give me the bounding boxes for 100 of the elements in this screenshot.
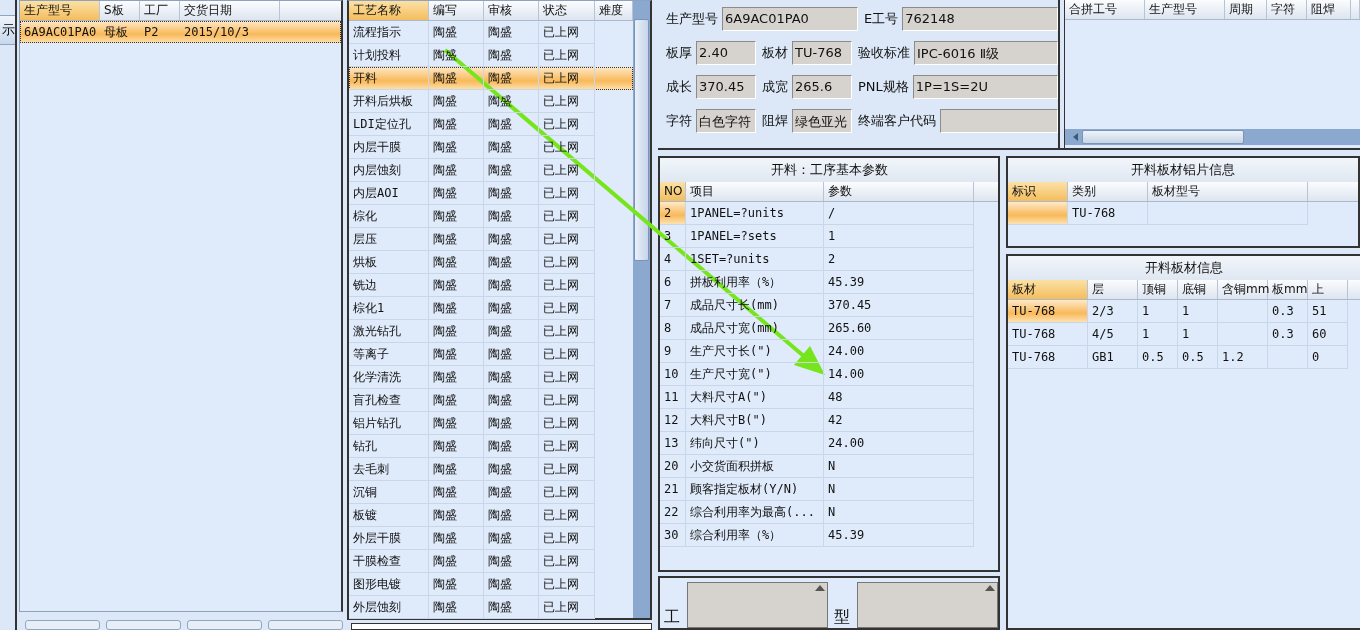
process-row[interactable]: 铣边 陶盛 陶盛 已上网 (349, 274, 633, 297)
process-row[interactable]: 钻孔 陶盛 陶盛 已上网 (349, 435, 633, 458)
param-row[interactable]: 30 综合利用率（%） 45.39 (660, 524, 998, 547)
table-cell: 陶盛 (429, 205, 484, 228)
input-field[interactable]: 6A9AC01PA0 (722, 7, 858, 31)
column-header[interactable]: 项目 (686, 182, 824, 201)
column-header[interactable]: 层 (1088, 280, 1138, 299)
column-header[interactable]: 板材型号 (1148, 182, 1308, 201)
input-field[interactable]: 白色字符 (696, 109, 756, 133)
param-row[interactable]: 20 小交货面积拼板 N (660, 455, 998, 478)
process-row[interactable]: 开料 陶盛 陶盛 已上网 (349, 67, 633, 90)
column-header[interactable]: 编写 (429, 1, 484, 20)
process-row[interactable]: 图形电镀 陶盛 陶盛 已上网 (349, 573, 633, 596)
column-header[interactable]: 工厂 (140, 1, 180, 20)
process-row[interactable]: 棕化1 陶盛 陶盛 已上网 (349, 297, 633, 320)
process-row[interactable]: 流程指示 陶盛 陶盛 已上网 (349, 21, 633, 44)
column-header[interactable]: 状态 (539, 1, 595, 20)
input-field[interactable]: 绿色亚光 (792, 109, 852, 133)
process-row[interactable]: 烘板 陶盛 陶盛 已上网 (349, 251, 633, 274)
process-row[interactable]: 沉铜 陶盛 陶盛 已上网 (349, 481, 633, 504)
horizontal-scrollbar[interactable] (1065, 129, 1360, 145)
table-cell: 陶盛 (484, 527, 539, 550)
input-field[interactable] (940, 109, 1058, 133)
table-cell: 已上网 (539, 182, 595, 205)
board-row[interactable]: TU-768 4/5 1 1 0.3 60 (1008, 323, 1360, 346)
process-row[interactable]: 等离子 陶盛 陶盛 已上网 (349, 343, 633, 366)
param-row[interactable]: 11 大料尺寸A(") 48 (660, 386, 998, 409)
table-cell: 陶盛 (429, 573, 484, 596)
column-header[interactable]: 类别 (1068, 182, 1148, 201)
process-row[interactable]: 化学清洗 陶盛 陶盛 已上网 (349, 366, 633, 389)
toolbar-button[interactable] (25, 620, 100, 630)
text-area[interactable] (687, 582, 828, 628)
column-header[interactable]: 生产型号 (1145, 0, 1225, 19)
table-cell: 7 (660, 294, 686, 317)
toolbar-button[interactable] (268, 620, 343, 630)
input-field[interactable]: 762148 (902, 7, 1058, 31)
toolbar-button[interactable] (106, 620, 181, 630)
param-row[interactable]: 4 1SET=?units 2 (660, 248, 998, 271)
input-field[interactable]: 370.45 (696, 75, 756, 99)
table-cell: 2 (660, 202, 686, 225)
column-header[interactable]: 字符 (1267, 0, 1307, 19)
column-header[interactable]: 板材 (1008, 280, 1088, 299)
column-header[interactable]: S板 (100, 1, 140, 20)
table-cell-text: 2015/10/3 (183, 24, 251, 41)
column-header[interactable]: NO (660, 182, 686, 201)
param-row[interactable]: 13 纬向尺寸(") 24.00 (660, 432, 998, 455)
param-row[interactable]: 2 1PANEL=?units / (660, 202, 998, 225)
text-area[interactable] (857, 582, 998, 628)
column-header[interactable]: 标识 (1008, 182, 1068, 201)
column-header[interactable]: 交货日期 (180, 1, 280, 20)
input-field[interactable]: 2.40 (696, 41, 756, 65)
column-header[interactable]: 工艺名称 (349, 1, 429, 20)
board-row[interactable]: TU-768 2/3 1 1 0.3 51 (1008, 300, 1360, 323)
process-row[interactable]: 外层蚀刻 陶盛 陶盛 已上网 (349, 596, 633, 619)
toolbar-button[interactable] (187, 620, 262, 630)
table-cell: 陶盛 (484, 67, 539, 90)
column-header[interactable]: 生产型号 (20, 1, 100, 20)
input-field[interactable]: 265.6 (792, 75, 852, 99)
param-row[interactable]: 12 大料尺寸B(") 42 (660, 409, 998, 432)
param-row[interactable]: 21 顾客指定板材(Y/N) N (660, 478, 998, 501)
column-header[interactable]: 底铜 (1178, 280, 1218, 299)
input-field[interactable] (351, 623, 652, 630)
column-header[interactable]: 审核 (484, 1, 539, 20)
order-row[interactable]: 6A9AC01PA0 母板 P2 2015/10/3 (20, 21, 341, 43)
selection-cell[interactable] (1008, 202, 1068, 225)
process-row[interactable]: 内层AOI 陶盛 陶盛 已上网 (349, 182, 633, 205)
process-row[interactable]: 内层蚀刻 陶盛 陶盛 已上网 (349, 159, 633, 182)
table-cell: 陶盛 (484, 21, 539, 44)
process-row[interactable]: 干膜检查 陶盛 陶盛 已上网 (349, 550, 633, 573)
column-header[interactable]: 上 (1308, 280, 1348, 299)
process-row[interactable]: 棕化 陶盛 陶盛 已上网 (349, 205, 633, 228)
process-row[interactable]: 层压 陶盛 陶盛 已上网 (349, 228, 633, 251)
table-cell: 陶盛 (484, 113, 539, 136)
foil-row[interactable]: TU-768 (1008, 202, 1358, 225)
process-row[interactable]: 盲孔检查 陶盛 陶盛 已上网 (349, 389, 633, 412)
column-header[interactable]: 顶铜 (1138, 280, 1178, 299)
process-row[interactable]: 板镀 陶盛 陶盛 已上网 (349, 504, 633, 527)
column-header[interactable]: 周期 (1225, 0, 1267, 19)
table-cell: 陶盛 (484, 297, 539, 320)
process-row[interactable]: 去毛刺 陶盛 陶盛 已上网 (349, 458, 633, 481)
param-row[interactable]: 22 综合利用率为最高(... N (660, 501, 998, 524)
column-header[interactable]: 含铜mm (1218, 280, 1268, 299)
column-header[interactable]: 参数 (824, 182, 974, 201)
table-cell: TU-768 (1008, 323, 1088, 346)
input-field[interactable]: IPC-6016 Ⅱ级 (914, 41, 1058, 65)
column-header[interactable]: 板mm (1268, 280, 1308, 299)
table-cell: 已上网 (539, 458, 595, 481)
input-field[interactable]: TU-768 (792, 41, 852, 65)
process-row[interactable]: 铝片钻孔 陶盛 陶盛 已上网 (349, 412, 633, 435)
process-row[interactable]: 外层干膜 陶盛 陶盛 已上网 (349, 527, 633, 550)
process-row[interactable]: 激光钻孔 陶盛 陶盛 已上网 (349, 320, 633, 343)
process-row[interactable]: 开料后烘板 陶盛 陶盛 已上网 (349, 90, 633, 113)
column-header[interactable]: 合拼工号 (1065, 0, 1145, 19)
vertical-scrollbar[interactable] (633, 1, 650, 618)
column-header[interactable]: 阻焊 (1307, 0, 1351, 19)
process-row[interactable]: LDI定位孔 陶盛 陶盛 已上网 (349, 113, 633, 136)
side-button[interactable]: 示 (0, 15, 15, 45)
table-cell: 陶盛 (429, 228, 484, 251)
input-field[interactable]: 1P=1S=2U (912, 75, 1058, 99)
board-row[interactable]: TU-768 GB1 0.5 0.5 1.2 0 (1008, 346, 1360, 369)
